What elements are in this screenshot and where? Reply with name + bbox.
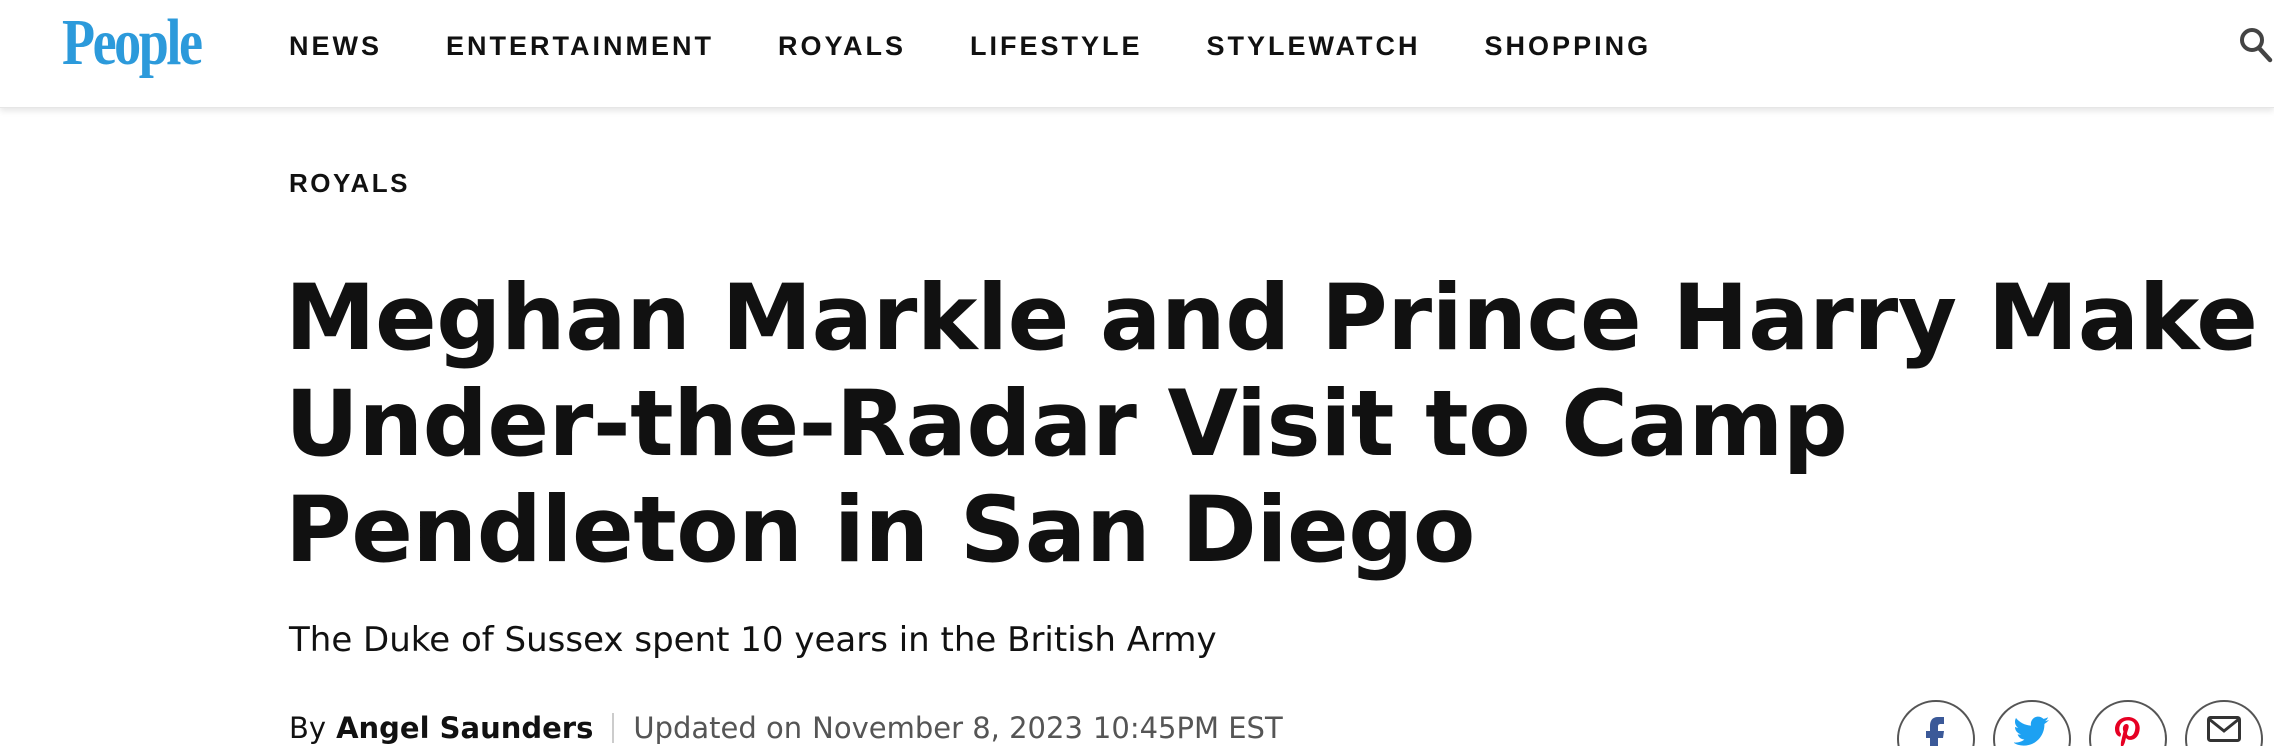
article-headline: Meghan Markle and Prince Harry Make Unde… — [285, 266, 2258, 583]
article-section-label[interactable]: ROYALS — [289, 168, 410, 199]
people-logo[interactable]: People — [62, 2, 203, 84]
article-dek: The Duke of Sussex spent 10 years in the… — [289, 620, 1217, 660]
nav-item-shopping[interactable]: SHOPPING — [1485, 31, 1652, 62]
byline-prefix: By — [289, 711, 327, 745]
nav-item-entertainment[interactable]: ENTERTAINMENT — [446, 31, 714, 62]
twitter-icon — [2014, 716, 2049, 746]
search-button[interactable] — [2238, 24, 2274, 64]
nav-item-royals[interactable]: ROYALS — [778, 31, 906, 62]
main-nav: NEWS ENTERTAINMENT ROYALS LIFESTYLE STYL… — [289, 0, 1715, 92]
facebook-icon — [1926, 717, 1944, 746]
share-twitter-button[interactable] — [1993, 700, 2071, 746]
share-email-button[interactable] — [2185, 700, 2263, 746]
byline-divider — [612, 713, 615, 743]
email-icon — [2207, 716, 2241, 742]
byline-author[interactable]: Angel Saunders — [336, 708, 593, 746]
byline-date: November 8, 2023 — [812, 711, 1083, 745]
share-facebook-button[interactable] — [1897, 700, 1975, 746]
share-pinterest-button[interactable] — [2089, 700, 2167, 746]
nav-item-news[interactable]: NEWS — [289, 31, 382, 62]
article-byline: By Angel Saunders Updated on November 8, … — [289, 708, 1283, 746]
byline-time: 10:45PM EST — [1092, 711, 1283, 745]
pinterest-icon — [2115, 717, 2140, 746]
nav-item-stylewatch[interactable]: STYLEWATCH — [1207, 31, 1421, 62]
site-header: People NEWS ENTERTAINMENT ROYALS LIFESTY… — [0, 0, 2274, 108]
nav-item-lifestyle[interactable]: LIFESTYLE — [970, 31, 1143, 62]
byline-updated: Updated on November 8, 2023 10:45PM EST — [633, 708, 1282, 746]
byline-updated-label: Updated on — [633, 711, 803, 745]
search-icon — [2240, 28, 2273, 63]
